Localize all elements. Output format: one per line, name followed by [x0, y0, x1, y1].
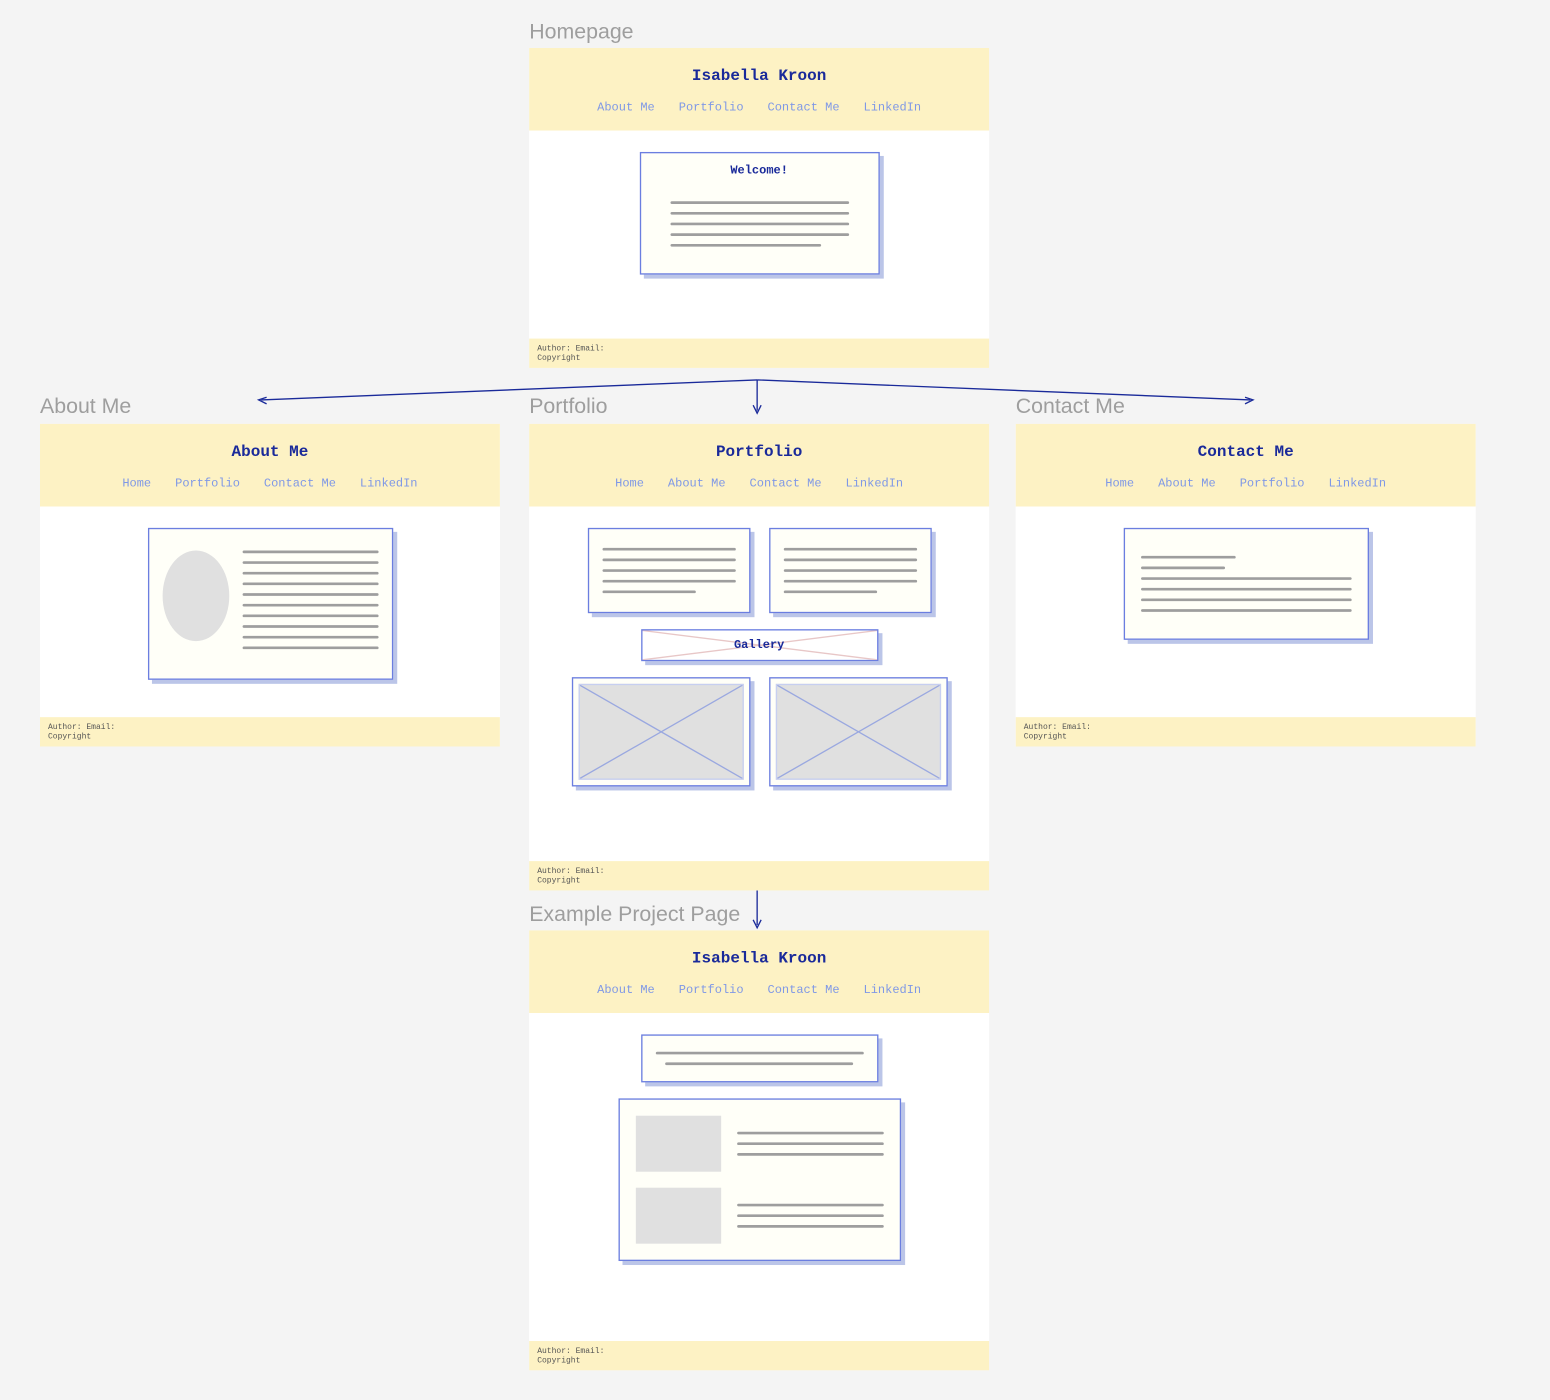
nav-home[interactable]: Home — [615, 477, 644, 490]
homepage-header: Isabella Kroon About Me Portfolio Contac… — [529, 48, 989, 131]
nav-home[interactable]: Home — [122, 477, 151, 490]
nav-contact[interactable]: Contact Me — [750, 477, 822, 490]
portfolio-text-card-2 — [768, 528, 931, 613]
nav-portfolio[interactable]: Portfolio — [1240, 477, 1305, 490]
contact-frame: Contact Me Home About Me Portfolio Linke… — [1016, 424, 1476, 747]
portfolio-header: Portfolio Home About Me Contact Me Linke… — [529, 424, 989, 507]
project-body — [529, 1013, 989, 1340]
project-frame: Isabella Kroon About Me Portfolio Contac… — [529, 930, 989, 1370]
footer-line1: Author: Email: — [537, 866, 981, 876]
homepage-nav: About Me Portfolio Contact Me LinkedIn — [529, 101, 989, 114]
nav-about[interactable]: About Me — [1158, 477, 1216, 490]
project-header: Isabella Kroon About Me Portfolio Contac… — [529, 930, 989, 1013]
contact-card — [1123, 528, 1368, 640]
nav-about[interactable]: About Me — [597, 984, 655, 997]
nav-linkedin[interactable]: LinkedIn — [864, 101, 922, 114]
portfolio-nav: Home About Me Contact Me LinkedIn — [529, 477, 989, 490]
homepage-body: Welcome! — [529, 131, 989, 338]
portfolio-image-card-1[interactable] — [571, 677, 750, 786]
about-title: About Me — [40, 443, 500, 462]
project-title: Isabella Kroon — [529, 949, 989, 968]
portfolio-body: Gallery — [529, 507, 989, 861]
footer-line2: Copyright — [537, 1355, 981, 1365]
nav-about[interactable]: About Me — [597, 101, 655, 114]
about-header: About Me Home Portfolio Contact Me Linke… — [40, 424, 500, 507]
nav-linkedin[interactable]: LinkedIn — [360, 477, 418, 490]
footer-line1: Author: Email: — [537, 1346, 981, 1356]
portfolio-image-card-2[interactable] — [768, 677, 947, 786]
nav-linkedin[interactable]: LinkedIn — [864, 984, 922, 997]
gallery-label: Gallery — [734, 639, 784, 652]
portfolio-frame: Portfolio Home About Me Contact Me Linke… — [529, 424, 989, 891]
project-title-card — [641, 1034, 878, 1082]
about-footer: Author: Email: Copyright — [40, 717, 500, 747]
nav-home[interactable]: Home — [1105, 477, 1134, 490]
label-about: About Me — [40, 396, 131, 420]
about-nav: Home Portfolio Contact Me LinkedIn — [40, 477, 500, 490]
welcome-title: Welcome! — [657, 164, 862, 177]
footer-line2: Copyright — [537, 876, 981, 886]
contact-nav: Home About Me Portfolio LinkedIn — [1016, 477, 1476, 490]
welcome-card: Welcome! — [639, 152, 879, 275]
label-project: Example Project Page — [529, 904, 740, 928]
portfolio-title: Portfolio — [529, 443, 989, 462]
homepage-footer: Author: Email: Copyright — [529, 338, 989, 368]
portfolio-footer: Author: Email: Copyright — [529, 861, 989, 891]
nav-contact[interactable]: Contact Me — [768, 101, 840, 114]
homepage-frame: Isabella Kroon About Me Portfolio Contac… — [529, 48, 989, 368]
nav-portfolio[interactable]: Portfolio — [679, 984, 744, 997]
label-homepage: Homepage — [529, 21, 633, 45]
nav-portfolio[interactable]: Portfolio — [679, 101, 744, 114]
contact-body — [1016, 507, 1476, 717]
footer-line1: Author: Email: — [1024, 722, 1468, 732]
nav-portfolio[interactable]: Portfolio — [175, 477, 240, 490]
nav-linkedin[interactable]: LinkedIn — [1328, 477, 1386, 490]
nav-linkedin[interactable]: LinkedIn — [846, 477, 904, 490]
project-detail-card — [618, 1098, 901, 1261]
nav-contact[interactable]: Contact Me — [768, 984, 840, 997]
welcome-lines — [657, 185, 862, 262]
footer-line1: Author: Email: — [48, 722, 492, 732]
contact-footer: Author: Email: Copyright — [1016, 717, 1476, 747]
footer-line2: Copyright — [1024, 732, 1468, 742]
contact-header: Contact Me Home About Me Portfolio Linke… — [1016, 424, 1476, 507]
portfolio-text-card-1 — [587, 528, 750, 613]
nav-about[interactable]: About Me — [668, 477, 726, 490]
footer-line1: Author: Email: — [537, 343, 981, 353]
contact-title: Contact Me — [1016, 443, 1476, 462]
about-body — [40, 507, 500, 717]
nav-contact[interactable]: Contact Me — [264, 477, 336, 490]
label-portfolio: Portfolio — [529, 396, 607, 420]
gallery-card: Gallery — [641, 629, 878, 661]
footer-line2: Copyright — [537, 353, 981, 363]
footer-line2: Copyright — [48, 732, 492, 742]
about-avatar — [162, 551, 229, 642]
about-card — [147, 528, 392, 680]
project-footer: Author: Email: Copyright — [529, 1340, 989, 1370]
homepage-title: Isabella Kroon — [529, 67, 989, 86]
label-contact: Contact Me — [1016, 396, 1125, 420]
project-nav: About Me Portfolio Contact Me LinkedIn — [529, 984, 989, 997]
about-frame: About Me Home Portfolio Contact Me Linke… — [40, 424, 500, 747]
